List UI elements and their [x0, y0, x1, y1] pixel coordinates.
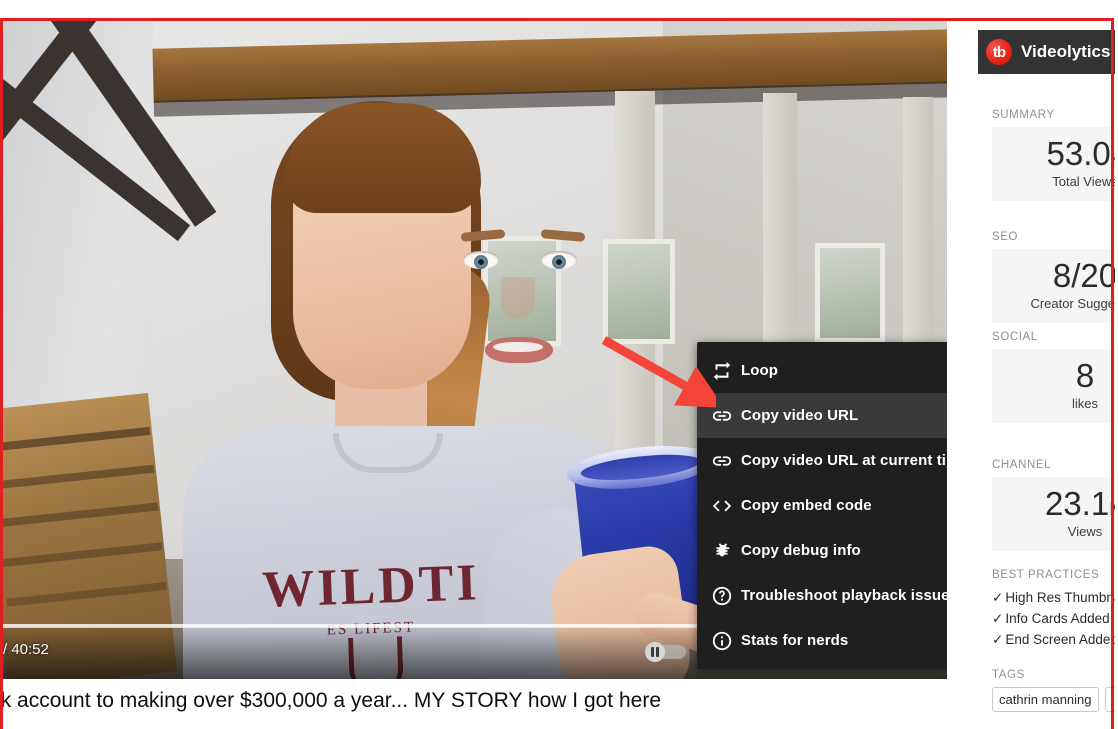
video-title-strip: nk account to making over $300,000 a yea…	[3, 679, 947, 726]
channel-value: 23.1M	[1044, 485, 1115, 522]
menu-item-label: Loop	[741, 362, 779, 379]
social-stat: 8 likes	[992, 349, 1115, 423]
best-practice-item: ✓ End Screen Added	[992, 629, 1115, 650]
autoplay-switch[interactable]	[645, 642, 686, 662]
autoplay-toggle[interactable]	[645, 633, 686, 671]
best-practice-label: High Res Thumbnail	[1005, 590, 1115, 605]
autoplay-knob	[645, 642, 665, 662]
tags-section: TAGS cathrin manning	[978, 669, 1115, 712]
tags-label: TAGS	[992, 669, 1025, 681]
sweater-graphic-text: WILDTI	[261, 554, 481, 619]
menu-item-label: Copy debug info	[741, 542, 861, 559]
eyebrow	[540, 229, 586, 242]
social-caption: likes	[1071, 395, 1098, 411]
best-practice-item: ✓ Info Cards Added	[992, 608, 1115, 629]
check-icon: ✓	[992, 590, 1004, 605]
videolytics-header: tb Videolytics	[978, 30, 1115, 74]
tag-chip[interactable]: cathrin manning	[992, 687, 1099, 712]
seo-caption: Creator Suggested	[1030, 295, 1115, 311]
tag-chip[interactable]	[1104, 687, 1115, 712]
summary-section: SUMMARY 53.0K Total Views	[978, 109, 1115, 201]
videolytics-logo-icon: tb	[986, 39, 1012, 65]
menu-item-label: Troubleshoot playback issue	[741, 587, 947, 604]
iris	[552, 255, 566, 269]
menu-item-copy-embed-code[interactable]: Copy embed code	[697, 483, 947, 528]
person-in-video: WILDTI ES LIFEST ★★★★★	[153, 81, 734, 679]
eye	[463, 251, 499, 269]
room-window	[815, 243, 885, 343]
channel-label: CHANNEL	[992, 459, 1052, 471]
best-practices-section: BEST PRACTICES ✓High Res Thumbnail✓Info …	[978, 569, 1115, 650]
videolytics-sidebar[interactable]: tb Videolytics SUMMARY 53.0K Total Views…	[978, 21, 1115, 729]
menu-item-label: Copy video URL	[741, 407, 859, 424]
seo-section: SEO 8/20 Creator Suggested	[978, 231, 1115, 323]
summary-caption: Total Views	[1052, 173, 1115, 189]
summary-stat: 53.0K Total Views	[992, 127, 1115, 201]
link-icon	[711, 405, 741, 427]
seo-stat: 8/20 Creator Suggested	[992, 249, 1115, 323]
channel-stat: 23.1M Views	[992, 477, 1115, 551]
loop-icon	[711, 360, 741, 382]
best-practice-label: End Screen Added	[1005, 632, 1115, 647]
best-practices-label: BEST PRACTICES	[992, 569, 1100, 581]
code-icon	[711, 495, 741, 517]
video-player[interactable]: WILDTI ES LIFEST ★★★★★ / 40:52	[3, 21, 947, 679]
menu-item-label: Stats for nerds	[741, 632, 849, 649]
social-label: SOCIAL	[992, 331, 1038, 343]
menu-item-stats-for-nerds[interactable]: Stats for nerds	[697, 618, 947, 663]
check-icon: ✓	[992, 611, 1004, 626]
screenshot-root: WILDTI ES LIFEST ★★★★★ / 40:52	[0, 0, 1118, 729]
eye	[541, 251, 577, 269]
social-section: SOCIAL 8 likes	[978, 331, 1115, 423]
check-icon: ✓	[992, 632, 1004, 647]
menu-item-label: Copy video URL at current time	[741, 452, 947, 469]
best-practice-item: ✓High Res Thumbnail	[992, 587, 1115, 608]
channel-section: CHANNEL 23.1M Views	[978, 459, 1115, 551]
eyebrow	[460, 229, 506, 242]
info-circle-icon	[711, 630, 741, 652]
time-display: / 40:52	[3, 641, 49, 658]
video-title[interactable]: nk account to making over $300,000 a yea…	[3, 689, 661, 713]
videolytics-title: Videolytics	[1021, 42, 1111, 61]
link-icon	[711, 450, 741, 472]
channel-caption: Views	[1067, 523, 1103, 539]
social-value: 8	[1075, 357, 1095, 394]
menu-item-label: Copy embed code	[741, 497, 872, 514]
menu-item-copy-video-url[interactable]: Copy video URL	[697, 393, 947, 438]
menu-item-loop[interactable]: Loop	[697, 348, 947, 393]
tag-chip-row: cathrin manning	[992, 687, 1115, 712]
menu-item-copy-video-url-at-current-time[interactable]: Copy video URL at current time	[697, 438, 947, 483]
seo-value: 8/20	[1052, 257, 1115, 294]
hair-front	[285, 103, 481, 213]
summary-value: 53.0K	[1046, 135, 1115, 172]
question-circle-icon	[711, 585, 741, 607]
iris	[474, 255, 488, 269]
seo-label: SEO	[992, 231, 1019, 243]
menu-item-troubleshoot-playback-issue[interactable]: Troubleshoot playback issue	[697, 573, 947, 618]
bug-icon	[711, 540, 741, 562]
best-practice-label: Info Cards Added	[1005, 611, 1110, 626]
nose	[501, 277, 535, 319]
video-context-menu[interactable]: Loop Copy video URL Copy video URL at curr…	[697, 342, 947, 669]
summary-label: SUMMARY	[992, 109, 1055, 121]
best-practices-list: ✓High Res Thumbnail✓Info Cards Added✓End…	[978, 587, 1115, 650]
menu-item-copy-debug-info[interactable]: Copy debug info	[697, 528, 947, 573]
mouth	[485, 337, 553, 363]
